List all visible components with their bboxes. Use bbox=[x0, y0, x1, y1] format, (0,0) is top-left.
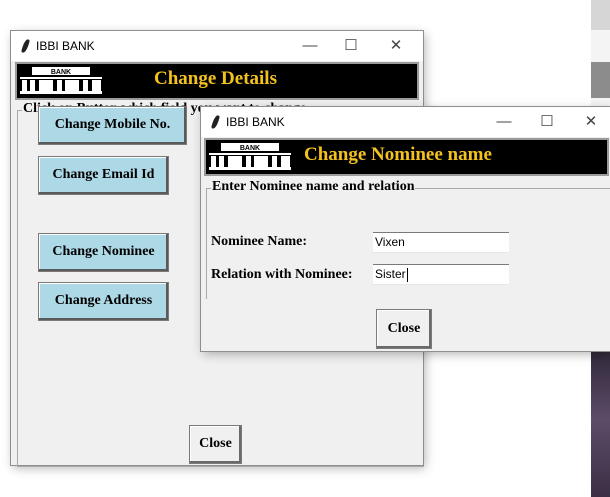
relation-input[interactable]: Sister bbox=[373, 264, 509, 285]
main-header-banner: BANK Change Details bbox=[15, 62, 419, 100]
main-close-button[interactable]: Close bbox=[189, 425, 242, 464]
dialog-group-label: Enter Nominee name and relation bbox=[211, 179, 416, 195]
relation-input-value: Sister bbox=[375, 267, 406, 281]
background-strip-band bbox=[591, 62, 610, 98]
feather-icon bbox=[210, 114, 221, 130]
dialog-window-title: IBBI BANK bbox=[226, 115, 285, 129]
minimize-icon[interactable]: — bbox=[295, 34, 325, 58]
nominee-dialog: IBBI BANK — ☐ ✕ BANK Change Nominee name… bbox=[201, 107, 610, 351]
close-icon[interactable]: ✕ bbox=[576, 110, 606, 134]
text-caret bbox=[406, 267, 408, 282]
maximize-icon[interactable]: ☐ bbox=[532, 110, 562, 134]
dialog-titlebar[interactable]: IBBI BANK — ☐ ✕ bbox=[201, 107, 610, 137]
main-window-title: IBBI BANK bbox=[36, 39, 95, 53]
change-nominee-button[interactable]: Change Nominee bbox=[38, 233, 169, 272]
bank-logo-icon: BANK bbox=[20, 67, 102, 94]
change-address-button[interactable]: Change Address bbox=[38, 282, 169, 321]
main-titlebar[interactable]: IBBI BANK — ☐ ✕ bbox=[11, 31, 423, 61]
change-mobile-button[interactable]: Change Mobile No. bbox=[38, 106, 187, 145]
main-header-title: Change Details bbox=[154, 68, 277, 89]
minimize-icon[interactable]: — bbox=[489, 110, 519, 134]
nominee-name-input[interactable]: Vixen bbox=[373, 232, 509, 253]
nominee-name-label: Nominee Name: bbox=[211, 234, 308, 249]
main-logo-text: BANK bbox=[51, 69, 71, 76]
feather-icon bbox=[20, 38, 31, 54]
relation-label: Relation with Nominee: bbox=[211, 267, 353, 282]
background-strip-top bbox=[591, 0, 610, 30]
bank-logo-icon: BANK bbox=[209, 143, 291, 170]
close-icon[interactable]: ✕ bbox=[381, 34, 411, 58]
dialog-close-button[interactable]: Close bbox=[376, 309, 432, 349]
dialog-header-banner: BANK Change Nominee name bbox=[204, 138, 609, 176]
dialog-header-title: Change Nominee name bbox=[304, 144, 492, 165]
dialog-logo-text: BANK bbox=[240, 145, 260, 152]
change-email-button[interactable]: Change Email Id bbox=[38, 156, 169, 195]
maximize-icon[interactable]: ☐ bbox=[336, 34, 366, 58]
